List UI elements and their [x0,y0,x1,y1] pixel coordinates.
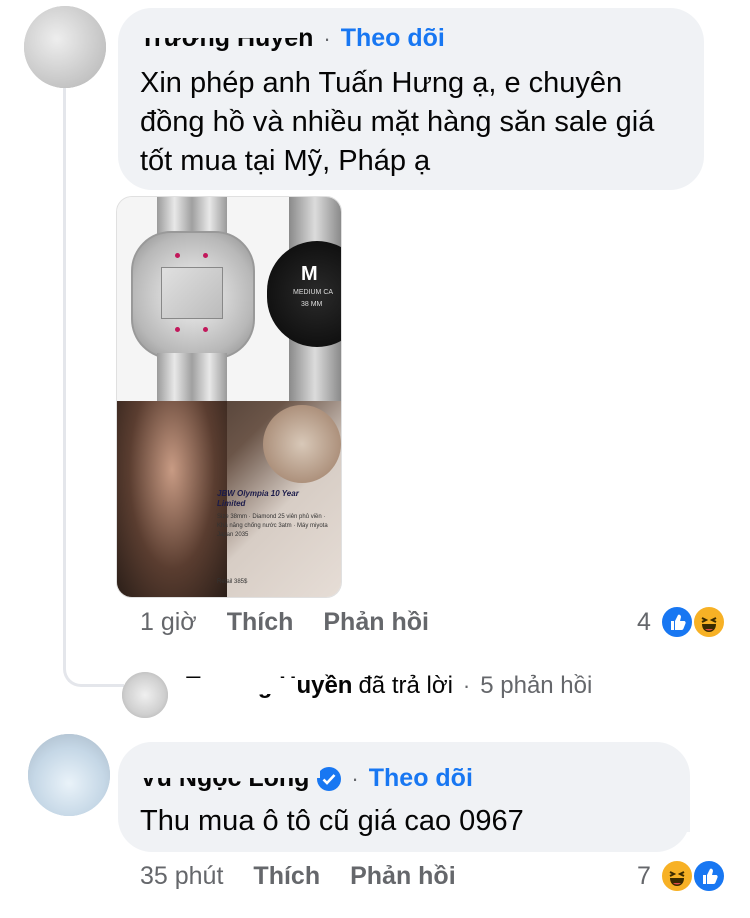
separator-dot: · [351,765,359,791]
watch-label: M [301,263,318,285]
thread-line [63,72,124,687]
replies-count-link[interactable]: 5 phản hồi [480,672,592,700]
comment-actions: 1 giờ Thích Phản hồi [140,608,429,637]
comment-actions: 35 phút Thích Phản hồi [140,862,456,891]
name-redaction [186,678,296,694]
comment-line: tốt mua tại Mỹ, Pháp ạ [140,145,431,177]
verified-badge-icon [317,766,342,791]
like-icon[interactable] [660,605,694,639]
like-button[interactable]: Thích [227,608,294,637]
watch-label: 38 MM [301,301,323,308]
comment-text: Xin phép anh Tuấn Hưng ạ, e chuyên đồng … [140,64,700,181]
promo-text: Size 38mm · Diamond 25 viên phủ viền · K… [217,514,328,538]
promo-image: JBW Olympia 10 Year Limited Size 38mm · … [117,401,341,597]
separator-dot: · [323,25,331,51]
follow-button[interactable]: Theo dõi [369,764,473,793]
follow-button[interactable]: Theo dõi [341,24,445,53]
avatar[interactable] [122,672,168,718]
attached-photo[interactable]: M MEDIUM CA 38 MM JBW Olympia 10 Year Li… [116,196,342,598]
promo-title: JBW Olympia 10 Year Limited [217,489,299,508]
avatar[interactable] [28,734,110,816]
like-button[interactable]: Thích [253,862,320,891]
promo-price: Retail 385$ [217,579,248,585]
watch-image: M MEDIUM CA 38 MM [117,197,341,401]
reaction-count[interactable]: 7 [637,862,651,891]
haha-icon[interactable] [692,605,726,639]
reply-button[interactable]: Phản hồi [350,862,456,891]
reaction-count[interactable]: 4 [637,608,651,637]
timestamp[interactable]: 1 giờ [140,608,197,637]
haha-icon[interactable] [660,859,694,893]
separator-dot: · [462,673,471,698]
name-redaction [140,24,300,38]
comment-line: đồng hồ và nhiều mặt hàng săn sale giá [140,106,655,138]
like-icon[interactable] [692,859,726,893]
name-redaction [140,764,320,778]
phone-redaction [530,808,690,832]
avatar[interactable] [24,6,106,88]
timestamp[interactable]: 35 phút [140,862,223,891]
watch-label: MEDIUM CA [293,289,334,296]
reply-action-text: đã trả lời [358,672,453,699]
comment-line: Xin phép anh Tuấn Hưng ạ, e chuyên [140,67,623,99]
reply-button[interactable]: Phản hồi [323,608,429,637]
